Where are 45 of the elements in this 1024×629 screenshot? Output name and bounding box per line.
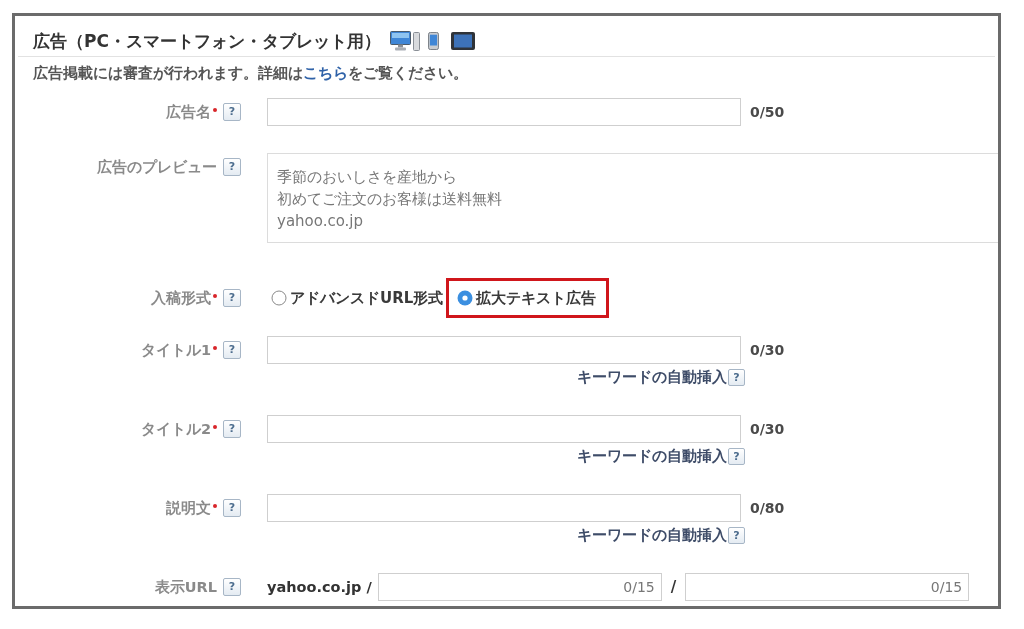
- field-label: タイトル1: [140, 340, 211, 360]
- section-title: 広告（PC・スマートフォン・タブレット用）: [33, 30, 381, 53]
- char-counter: 0/15: [930, 579, 964, 595]
- keyword-insert-link[interactable]: キーワードの自動挿入: [577, 525, 727, 545]
- text-input-field[interactable]: [267, 494, 741, 522]
- radio-option[interactable]: アドバンスドURL形式: [271, 288, 444, 308]
- domain-text: yahoo.co.jp /: [267, 579, 372, 595]
- char-counter: 0/80: [750, 500, 785, 516]
- field-label: 広告名: [166, 102, 211, 122]
- help-button[interactable]: ?: [728, 368, 745, 386]
- keyword-insert-link[interactable]: キーワードの自動挿入: [577, 367, 727, 387]
- text-input-field[interactable]: [267, 336, 741, 364]
- char-counter: 0/15: [623, 579, 656, 595]
- help-button[interactable]: ?: [223, 578, 241, 596]
- desktop-computer-icon: [389, 31, 420, 51]
- preview-text: 初めてご注文のお客様は送料無料: [277, 189, 503, 210]
- help-button[interactable]: ?: [728, 526, 745, 544]
- text-input-field[interactable]: [267, 98, 741, 126]
- path-input-field[interactable]: 0/15: [377, 573, 662, 601]
- preview-text: yahoo.co.jp: [277, 211, 365, 232]
- char-counter: 0/30: [750, 421, 785, 437]
- char-counter: 0/30: [750, 342, 785, 358]
- help-button[interactable]: ?: [223, 341, 241, 359]
- preview-text: 季節のおいしさを産地から: [277, 167, 458, 188]
- help-button[interactable]: ?: [728, 447, 745, 465]
- field-label: 表示URL: [154, 577, 217, 597]
- details-link[interactable]: こちら: [303, 65, 348, 81]
- field-label: タイトル2: [140, 419, 211, 439]
- path-separator: /: [670, 578, 677, 596]
- field-label: 説明文: [166, 498, 211, 518]
- tablet-icon: [450, 32, 475, 50]
- help-button[interactable]: ?: [223, 158, 241, 176]
- field-label: 入稿形式: [151, 288, 211, 308]
- help-button[interactable]: ?: [223, 289, 241, 307]
- smartphone-icon: [427, 32, 439, 50]
- keyword-insert-link[interactable]: キーワードの自動挿入: [577, 446, 727, 466]
- path-input-field[interactable]: 0/15: [685, 573, 970, 601]
- field-label: 広告のプレビュー: [97, 157, 217, 177]
- text-input-field[interactable]: [267, 415, 741, 443]
- review-notice: 広告掲載には審査が行われます。詳細はこちら をご覧ください。: [33, 64, 469, 82]
- radio-option[interactable]: 拡大テキスト広告: [446, 278, 610, 318]
- help-button[interactable]: ?: [223, 499, 241, 517]
- help-button[interactable]: ?: [223, 103, 241, 121]
- char-counter: 0/50: [750, 104, 785, 120]
- help-button[interactable]: ?: [223, 420, 241, 438]
